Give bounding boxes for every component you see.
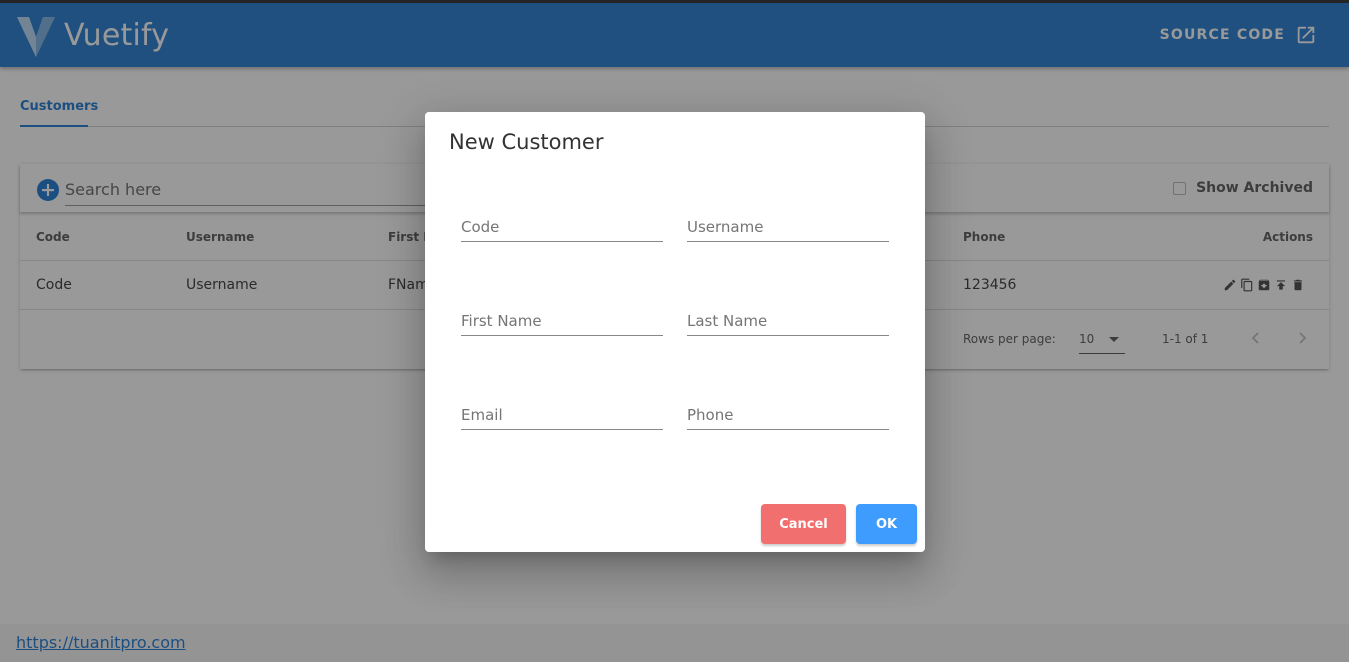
last-name-field[interactable]	[687, 302, 889, 336]
cancel-button[interactable]: Cancel	[761, 504, 846, 544]
first-name-field[interactable]	[461, 302, 663, 336]
dialog-title: New Customer	[449, 130, 604, 154]
username-field[interactable]	[687, 208, 889, 242]
phone-field[interactable]	[687, 396, 889, 430]
ok-button[interactable]: OK	[856, 504, 917, 544]
new-customer-dialog: New Customer Cancel OK	[425, 112, 925, 552]
code-field[interactable]	[461, 208, 663, 242]
email-field[interactable]	[461, 396, 663, 430]
